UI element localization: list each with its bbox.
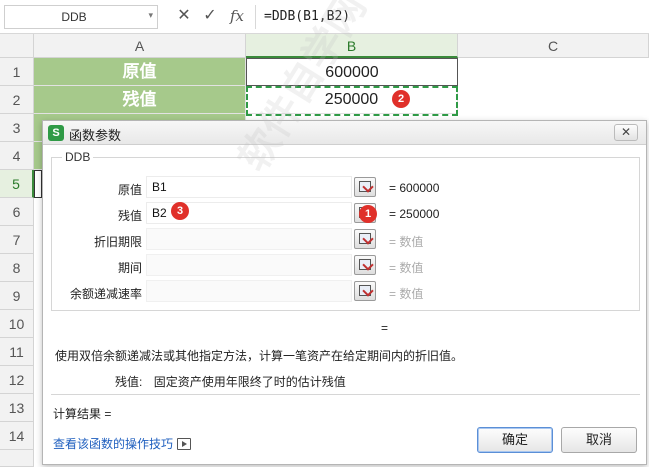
parameter-name: 残值: xyxy=(115,375,143,389)
row-header[interactable]: 8 xyxy=(0,254,34,282)
arg-result: = 数值 xyxy=(389,261,424,275)
dialog-title: 函数参数 xyxy=(69,128,122,143)
row-header[interactable]: 5 xyxy=(0,170,34,198)
arg-input-cost[interactable]: B1 xyxy=(146,176,352,198)
help-link-text[interactable]: 查看该函数的操作技巧 xyxy=(53,437,173,451)
dialog-title-bar[interactable]: S 函数参数 ✕ xyxy=(43,121,646,145)
function-description: 使用双倍余额递减法或其他指定方法，计算一笔资产在给定期间内的折旧值。 xyxy=(55,349,464,363)
cell-a5-active[interactable] xyxy=(34,170,42,198)
arg-result: = 250000 xyxy=(389,207,440,221)
function-arguments-dialog: S 函数参数 ✕ DDB 原值 B1 = 600000 残值 B2 = 2500… xyxy=(42,120,647,465)
name-box-value: DDB xyxy=(61,10,87,24)
cell-b1[interactable]: 600000 xyxy=(246,58,458,86)
row-header[interactable]: 1 xyxy=(0,58,34,86)
range-select-icon xyxy=(359,259,371,270)
parameter-description: 残值: 固定资产使用年限终了时的估计残值 xyxy=(115,373,346,390)
arg-result: = 数值 xyxy=(389,235,424,249)
row-header[interactable]: 10 xyxy=(0,310,34,338)
range-select-icon xyxy=(359,233,371,244)
collapse-dialog-button[interactable] xyxy=(354,177,376,197)
row-header[interactable]: 4 xyxy=(0,142,34,170)
formula-result-equals: = xyxy=(381,321,389,335)
copy-marquee xyxy=(246,86,458,116)
column-header-b[interactable]: B xyxy=(246,34,458,58)
step-badge-1: 1 xyxy=(359,205,377,223)
arg-label-cost: 原值 xyxy=(117,183,142,197)
formula-bar: DDB ▾ ✕ ✓ fx =DDB(B1,B2) xyxy=(0,0,649,34)
calc-result: 计算结果 = xyxy=(53,407,112,421)
help-link[interactable]: 查看该函数的操作技巧 xyxy=(53,435,192,452)
cell-a1[interactable]: 原值 xyxy=(34,58,246,86)
video-icon[interactable] xyxy=(177,438,192,450)
arg-label-life: 折旧期限 xyxy=(93,235,142,249)
column-header-c[interactable]: C xyxy=(458,34,649,58)
range-select-icon xyxy=(359,285,371,296)
row-header[interactable]: 11 xyxy=(0,338,34,366)
row-header[interactable] xyxy=(0,450,34,467)
collapse-dialog-button[interactable] xyxy=(354,229,376,249)
row-header[interactable]: 12 xyxy=(0,366,34,394)
close-button[interactable]: ✕ xyxy=(614,124,638,141)
row-header[interactable]: 7 xyxy=(0,226,34,254)
row-header[interactable]: 14 xyxy=(0,422,34,450)
cell-a2[interactable]: 残值 xyxy=(34,86,246,114)
arg-result: = 数值 xyxy=(389,287,424,301)
cancel-button[interactable]: 取消 xyxy=(561,427,637,453)
range-select-icon xyxy=(359,181,371,192)
confirm-formula-icon[interactable]: ✓ xyxy=(199,5,221,27)
row-header[interactable]: 2 xyxy=(0,86,34,114)
chevron-down-icon[interactable]: ▾ xyxy=(148,10,153,21)
row-header[interactable]: 13 xyxy=(0,394,34,422)
step-badge-3: 3 xyxy=(171,202,189,220)
arg-label-factor: 余额递减速率 xyxy=(69,287,142,301)
arg-result: = 600000 xyxy=(389,181,440,195)
name-box[interactable]: DDB ▾ xyxy=(4,5,158,29)
row-header[interactable]: 6 xyxy=(0,198,34,226)
row-header[interactable]: 9 xyxy=(0,282,34,310)
parameter-text: 固定资产使用年限终了时的估计残值 xyxy=(153,375,346,389)
insert-function-icon[interactable]: fx xyxy=(226,5,248,27)
select-all-corner[interactable] xyxy=(0,34,34,58)
collapse-dialog-button[interactable] xyxy=(354,281,376,301)
ok-button[interactable]: 确定 xyxy=(477,427,553,453)
collapse-dialog-button[interactable] xyxy=(354,255,376,275)
divider xyxy=(51,394,640,395)
formula-input[interactable]: =DDB(B1,B2) xyxy=(255,5,649,29)
arg-input-factor[interactable] xyxy=(146,280,352,302)
arg-label-period: 期间 xyxy=(117,261,142,275)
arg-label-salvage: 残值 xyxy=(117,209,142,223)
arg-input-life[interactable] xyxy=(146,228,352,250)
step-badge-2: 2 xyxy=(392,90,410,108)
column-header-a[interactable]: A xyxy=(34,34,246,58)
function-name: DDB xyxy=(62,150,94,164)
app-logo-icon: S xyxy=(48,125,64,141)
row-header[interactable]: 3 xyxy=(0,114,34,142)
arg-input-period[interactable] xyxy=(146,254,352,276)
cancel-formula-icon[interactable]: ✕ xyxy=(173,5,195,27)
